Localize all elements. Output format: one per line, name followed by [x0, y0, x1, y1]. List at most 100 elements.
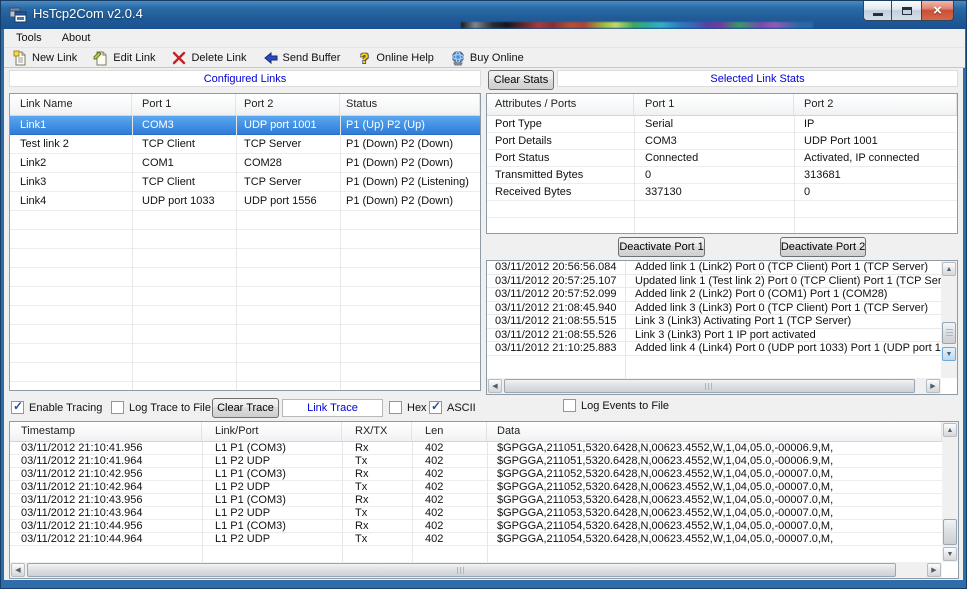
trace-row[interactable]: 03/11/2012 21:10:42.956L1 P1 (COM3)Rx402… [10, 468, 942, 481]
col-link-name[interactable]: Link Name [10, 94, 132, 115]
checkbox-box: ✓ [429, 401, 442, 414]
col-stats-port2[interactable]: Port 2 [794, 94, 957, 115]
event-row[interactable]: 03/11/2012 20:56:56.084Added link 1 (Lin… [487, 261, 941, 275]
configured-links-table: Link Name Port 1 Port 2 Status Link1 COM… [9, 93, 481, 391]
trace-row[interactable]: 03/11/2012 21:10:41.956L1 P1 (COM3)Rx402… [10, 442, 942, 455]
link-row[interactable]: Test link 2 TCP Client TCP Server P1 (Do… [10, 135, 480, 154]
scroll-up-button[interactable]: ▲ [942, 262, 956, 276]
background-color-strip [461, 22, 813, 28]
menu-tools[interactable]: Tools [8, 32, 50, 44]
link-trace-title: Link Trace [282, 399, 383, 417]
stats-row-received: Received Bytes 337130 0 [487, 184, 957, 201]
event-row[interactable]: 03/11/2012 20:57:52.099Added link 2 (Lin… [487, 288, 941, 302]
event-row[interactable]: 03/11/2012 21:08:55.515Link 3 (Link3) Ac… [487, 315, 941, 329]
ascii-checkbox[interactable]: ✓ ASCII [429, 401, 476, 414]
online-help-icon: ? [356, 50, 372, 66]
clear-trace-button[interactable]: Clear Trace [212, 398, 279, 418]
maximize-button[interactable] [892, 1, 921, 21]
event-row[interactable]: 03/11/2012 20:57:25.107Updated link 1 (T… [487, 275, 941, 289]
trace-rows: Timestamp Link/Port RX/TX Len Data 03/11… [10, 422, 942, 562]
link-row-selected[interactable]: Link1 COM3 UDP port 1001 P1 (Up) P2 (Up) [10, 116, 480, 135]
delete-link-button[interactable]: Delete Link [169, 49, 252, 67]
event-row[interactable]: 03/11/2012 21:08:55.526Link 3 (Link3) Po… [487, 329, 941, 343]
trace-row[interactable]: 03/11/2012 21:10:43.964L1 P2 UDPTx402$GP… [10, 507, 942, 520]
thumb-grip [705, 383, 714, 390]
enable-tracing-checkbox[interactable]: ✓ Enable Tracing [11, 401, 102, 414]
link-row[interactable]: Link4 UDP port 1033 UDP port 1556 P1 (Do… [10, 192, 480, 211]
menu-bar: Tools About [4, 29, 965, 48]
check-icon: ✓ [431, 399, 441, 413]
trace-table: Timestamp Link/Port RX/TX Len Data 03/11… [9, 421, 959, 579]
col-timestamp[interactable]: Timestamp [10, 422, 202, 441]
checkbox-label: Log Trace to File [129, 402, 211, 414]
trace-row[interactable]: 03/11/2012 21:10:42.964L1 P2 UDPTx402$GP… [10, 481, 942, 494]
scroll-left-button[interactable]: ◀ [488, 379, 502, 393]
trace-vscrollbar[interactable]: ▲ ▼ [942, 422, 958, 562]
col-data[interactable]: Data [487, 422, 942, 441]
window-controls: × [863, 1, 954, 21]
scroll-up-button[interactable]: ▲ [943, 423, 957, 437]
right-arrow-icon: ▶ [931, 566, 936, 574]
checkbox-label: Log Events to File [581, 400, 669, 412]
checkbox-box [389, 401, 402, 414]
link-row[interactable]: Link2 COM1 COM28 P1 (Down) P2 (Down) [10, 154, 480, 173]
up-arrow-icon: ▲ [947, 427, 954, 434]
events-hscrollbar[interactable]: ◀ ▶ [487, 378, 941, 394]
scroll-thumb[interactable] [942, 322, 956, 344]
left-arrow-icon: ◀ [15, 566, 20, 574]
grid-line [202, 442, 203, 562]
clear-stats-button[interactable]: Clear Stats [488, 70, 554, 90]
send-buffer-label: Send Buffer [283, 52, 341, 64]
scroll-down-button[interactable]: ▼ [943, 547, 957, 561]
trace-hscrollbar[interactable]: ◀ ▶ [10, 562, 942, 578]
col-rxtx[interactable]: RX/TX [342, 422, 412, 441]
scroll-thumb[interactable] [504, 379, 915, 393]
grid-line [625, 261, 626, 378]
buy-online-button[interactable]: Buy Online [448, 49, 530, 67]
scroll-right-button[interactable]: ▶ [926, 379, 940, 393]
new-link-button[interactable]: New Link [10, 49, 83, 67]
col-port2[interactable]: Port 2 [236, 94, 340, 115]
edit-link-button[interactable]: Edit Link [91, 49, 161, 67]
scroll-down-button[interactable]: ▼ [942, 347, 956, 361]
grid-line [342, 442, 343, 562]
delete-link-label: Delete Link [191, 52, 246, 64]
grid-line [340, 116, 341, 390]
trace-row[interactable]: 03/11/2012 21:10:44.956L1 P1 (COM3)Rx402… [10, 520, 942, 533]
col-len[interactable]: Len [412, 422, 487, 441]
col-link-port[interactable]: Link/Port [202, 422, 342, 441]
trace-row[interactable]: 03/11/2012 21:10:43.956L1 P1 (COM3)Rx402… [10, 494, 942, 507]
scroll-thumb[interactable] [943, 519, 957, 545]
delete-link-icon [171, 50, 187, 66]
deactivate-port1-button[interactable]: Deactivate Port 1 [618, 237, 705, 257]
deactivate-port2-button[interactable]: Deactivate Port 2 [780, 237, 866, 257]
checkbox-box: ✓ [11, 401, 24, 414]
empty-rows [487, 201, 957, 234]
online-help-button[interactable]: ? Online Help [354, 49, 439, 67]
event-row[interactable]: 03/11/2012 21:10:25.883Added link 4 (Lin… [487, 342, 941, 356]
minimize-button[interactable] [863, 1, 892, 21]
col-status[interactable]: Status [340, 94, 480, 115]
menu-about[interactable]: About [54, 32, 99, 44]
close-button[interactable]: × [921, 1, 954, 21]
col-attributes[interactable]: Attributes / Ports [487, 94, 634, 115]
scroll-right-button[interactable]: ▶ [927, 563, 941, 577]
col-port1[interactable]: Port 1 [132, 94, 236, 115]
trace-row[interactable]: 03/11/2012 21:10:44.964L1 P2 UDPTx402$GP… [10, 533, 942, 546]
new-link-label: New Link [32, 52, 77, 64]
trace-table-header: Timestamp Link/Port RX/TX Len Data [10, 422, 942, 442]
link-row[interactable]: Link3 TCP Client TCP Server P1 (Down) P2… [10, 173, 480, 192]
right-arrow-icon: ▶ [930, 382, 935, 390]
trace-row[interactable]: 03/11/2012 21:10:41.964L1 P2 UDPTx402$GP… [10, 455, 942, 468]
scroll-thumb[interactable] [27, 563, 896, 577]
log-trace-to-file-checkbox[interactable]: Log Trace to File [111, 401, 211, 414]
hex-checkbox[interactable]: Hex [389, 401, 427, 414]
log-events-to-file-checkbox[interactable]: Log Events to File [563, 399, 669, 412]
events-vscrollbar[interactable]: ▲ ▼ [941, 261, 957, 378]
send-buffer-button[interactable]: Send Buffer [261, 49, 347, 67]
col-stats-port1[interactable]: Port 1 [634, 94, 794, 115]
stats-table-header: Attributes / Ports Port 1 Port 2 [487, 94, 957, 116]
scroll-left-button[interactable]: ◀ [11, 563, 25, 577]
selected-link-stats-header: Selected Link Stats [557, 70, 958, 87]
event-row[interactable]: 03/11/2012 21:08:45.940Added link 3 (Lin… [487, 302, 941, 316]
